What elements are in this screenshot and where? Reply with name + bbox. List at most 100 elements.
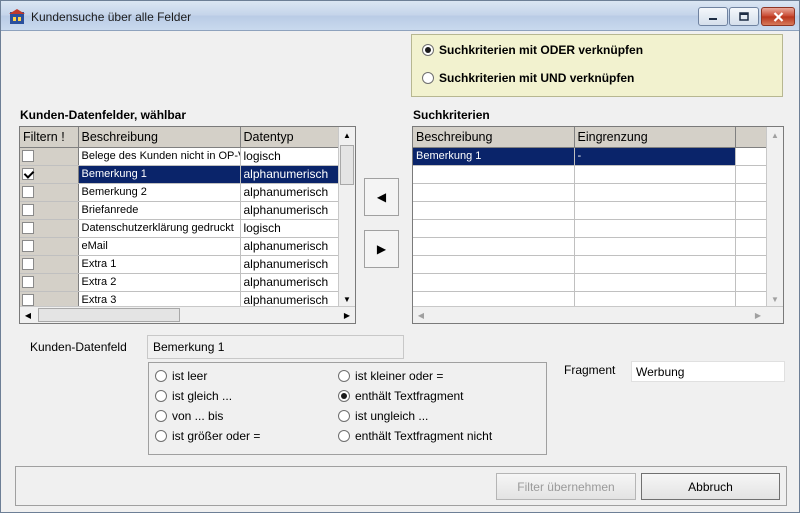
apply-filter-button[interactable]: Filter übernehmen	[496, 473, 636, 500]
cancel-button[interactable]: Abbruch	[641, 473, 780, 500]
remove-criterion-button[interactable]: ◀	[364, 178, 399, 216]
table-row[interactable]	[413, 237, 768, 256]
table-row[interactable]: Bemerkung 1 alphanumerisch	[20, 165, 341, 184]
radio-not-equal[interactable]	[338, 410, 350, 422]
add-criterion-button[interactable]: ▶	[364, 230, 399, 268]
column-description[interactable]: Beschreibung	[78, 127, 241, 148]
empty-cell	[735, 201, 768, 220]
radio-less-equal[interactable]	[338, 370, 350, 382]
row-datatype: alphanumerisch	[240, 201, 341, 220]
operator-equals[interactable]: ist gleich ...	[155, 389, 232, 403]
operator-not-contains[interactable]: enthält Textfragment nicht	[338, 429, 492, 443]
empty-cell	[735, 273, 768, 292]
scroll-right-icon[interactable]: ▶	[339, 307, 355, 323]
column-criteria-description[interactable]: Beschreibung	[413, 127, 575, 148]
table-row[interactable]: Briefanrede alphanumerisch	[20, 201, 341, 220]
row-datatype: alphanumerisch	[240, 165, 341, 184]
empty-cell	[574, 219, 736, 238]
table-row[interactable]: Extra 2 alphanumerisch	[20, 273, 341, 292]
maximize-button[interactable]	[729, 7, 759, 26]
filter-checkbox[interactable]	[22, 294, 34, 307]
operator-is-empty[interactable]: ist leer	[155, 369, 207, 383]
fields-vertical-scrollbar[interactable]: ▲ ▼	[338, 127, 355, 307]
operator-less-equal[interactable]: ist kleiner oder =	[338, 369, 443, 383]
empty-cell	[574, 165, 736, 184]
filter-checkbox-cell[interactable]	[20, 183, 79, 202]
table-row[interactable]	[413, 165, 768, 184]
operator-range[interactable]: von ... bis	[155, 409, 223, 423]
table-row[interactable]: Bemerkung 2 alphanumerisch	[20, 183, 341, 202]
table-row[interactable]	[413, 183, 768, 202]
fields-vscroll-thumb[interactable]	[340, 145, 354, 185]
operator-contains[interactable]: enthält Textfragment	[338, 389, 464, 403]
table-row[interactable]	[413, 201, 768, 220]
fragment-input[interactable]: Werbung	[631, 361, 785, 382]
fields-hscroll-thumb[interactable]	[38, 308, 180, 322]
filter-checkbox[interactable]	[22, 186, 34, 199]
filter-checkbox-cell[interactable]	[20, 219, 79, 238]
filter-checkbox[interactable]	[22, 276, 34, 289]
fields-horizontal-scrollbar[interactable]: ◀ ▶	[20, 306, 355, 323]
operator-greater-equal[interactable]: ist größer oder =	[155, 429, 260, 443]
filter-checkbox-cell[interactable]	[20, 147, 79, 166]
empty-cell	[413, 183, 575, 202]
radio-and[interactable]	[422, 72, 434, 84]
option-and[interactable]: Suchkriterien mit UND verknüpfen	[422, 71, 634, 85]
operator-label: ist kleiner oder =	[355, 369, 444, 383]
radio-greater-equal[interactable]	[155, 430, 167, 442]
radio-contains[interactable]	[338, 390, 350, 402]
radio-or[interactable]	[422, 44, 434, 56]
filter-checkbox[interactable]	[22, 240, 34, 253]
table-row[interactable]: Extra 1 alphanumerisch	[20, 255, 341, 274]
scroll-up-icon[interactable]: ▲	[767, 127, 783, 143]
criteria-vertical-scrollbar[interactable]: ▲ ▼	[766, 127, 783, 307]
close-button[interactable]	[761, 7, 795, 26]
filter-checkbox[interactable]	[22, 150, 34, 163]
table-row[interactable]	[413, 255, 768, 274]
empty-cell	[413, 165, 575, 184]
filter-checkbox-cell[interactable]	[20, 165, 79, 184]
radio-range[interactable]	[155, 410, 167, 422]
operator-not-equal[interactable]: ist ungleich ...	[338, 409, 428, 423]
fragment-label: Fragment	[564, 363, 616, 377]
empty-cell	[574, 201, 736, 220]
empty-cell	[413, 255, 575, 274]
filter-checkbox[interactable]	[22, 168, 34, 181]
criteria-horizontal-scrollbar[interactable]: ◀ ▶	[413, 306, 783, 323]
criteria-grid: Beschreibung Eingrenzung Bemerkung 1 - ▲…	[412, 126, 784, 324]
criteria-header-row: Beschreibung Eingrenzung	[413, 127, 768, 148]
column-restriction[interactable]: Eingrenzung	[574, 127, 736, 148]
minimize-button[interactable]	[698, 7, 728, 26]
filter-checkbox[interactable]	[22, 222, 34, 235]
option-or[interactable]: Suchkriterien mit ODER verknüpfen	[422, 43, 643, 57]
filter-checkbox[interactable]	[22, 204, 34, 217]
fields-panel-title: Kunden-Datenfelder, wählbar	[20, 108, 187, 122]
scroll-left-icon[interactable]: ◀	[20, 307, 36, 323]
scroll-down-icon[interactable]: ▼	[767, 291, 783, 307]
scroll-up-icon[interactable]: ▲	[339, 127, 355, 143]
scroll-down-icon[interactable]: ▼	[339, 291, 355, 307]
radio-not-contains[interactable]	[338, 430, 350, 442]
table-row[interactable]: eMail alphanumerisch	[20, 237, 341, 256]
table-row[interactable]: Datenschutzerklärung gedruckt logisch	[20, 219, 341, 238]
table-row[interactable]: Belege des Kunden nicht in OP-V logisch	[20, 147, 341, 166]
empty-cell	[413, 201, 575, 220]
radio-equals[interactable]	[155, 390, 167, 402]
column-filter[interactable]: Filtern !	[20, 127, 79, 148]
column-spare	[735, 127, 768, 148]
scroll-left-icon[interactable]: ◀	[413, 307, 429, 323]
column-datatype[interactable]: Datentyp	[240, 127, 341, 148]
radio-is-empty[interactable]	[155, 370, 167, 382]
filter-checkbox-cell[interactable]	[20, 201, 79, 220]
table-row[interactable]: Bemerkung 1 -	[413, 147, 768, 166]
table-row[interactable]	[413, 219, 768, 238]
filter-checkbox[interactable]	[22, 258, 34, 271]
table-row[interactable]	[413, 273, 768, 292]
row-datatype: alphanumerisch	[240, 273, 341, 292]
filter-checkbox-cell[interactable]	[20, 255, 79, 274]
option-and-label: Suchkriterien mit UND verknüpfen	[439, 71, 635, 85]
logic-options-panel: Suchkriterien mit ODER verknüpfen Suchkr…	[411, 34, 783, 97]
filter-checkbox-cell[interactable]	[20, 237, 79, 256]
filter-checkbox-cell[interactable]	[20, 273, 79, 292]
scroll-right-icon[interactable]: ▶	[750, 307, 766, 323]
